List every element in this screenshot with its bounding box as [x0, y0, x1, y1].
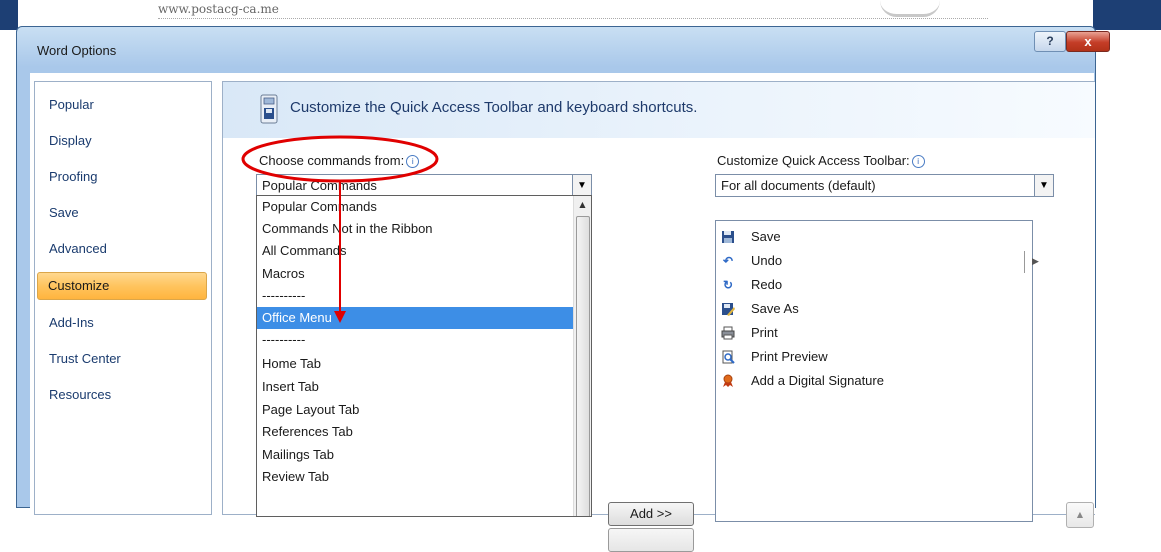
nav-item-advanced[interactable]: Advanced: [39, 236, 207, 262]
list-item[interactable]: Save: [716, 225, 1016, 249]
customize-qat-combo[interactable]: For all documents (default) ▼: [715, 174, 1054, 197]
list-item[interactable]: Print: [716, 321, 1016, 345]
qat-commands-list[interactable]: Save ↶ Undo ▶ ↻ Redo Save As Print Print…: [715, 220, 1039, 522]
nav-item-display[interactable]: Display: [39, 128, 207, 154]
dialog-client-area: Popular Display Proofing Save Advanced C…: [30, 73, 1095, 552]
list-item[interactable]: Add a Digital Signature: [716, 369, 1016, 393]
list-item[interactable]: ↶ Undo: [716, 249, 1016, 273]
panel-header: Customize the Quick Access Toolbar and k…: [223, 82, 1095, 138]
dropdown-item[interactable]: Popular Commands: [257, 196, 574, 218]
scroll-up-icon[interactable]: ▲: [574, 196, 591, 213]
print-preview-icon: [722, 350, 735, 364]
help-button[interactable]: ?: [1034, 31, 1066, 52]
scrollbar-thumb[interactable]: [576, 216, 590, 516]
chevron-down-icon[interactable]: ▼: [1034, 175, 1053, 196]
choose-commands-label: Choose commands from: i: [259, 153, 420, 169]
digital-signature-icon: [723, 374, 733, 387]
nav-item-resources[interactable]: Resources: [39, 382, 207, 408]
background-margin-right: [1093, 0, 1161, 30]
nav-item-save[interactable]: Save: [39, 200, 207, 226]
nav-item-proofing[interactable]: Proofing: [39, 164, 207, 190]
nav-item-customize[interactable]: Customize: [37, 272, 207, 300]
choose-commands-label-text: Choose commands from:: [259, 153, 405, 168]
save-as-icon: [722, 303, 735, 316]
choose-commands-value: Popular Commands: [262, 178, 377, 193]
undo-icon: ↶: [722, 254, 734, 268]
dropdown-item[interactable]: Commands Not in the Ribbon: [257, 218, 574, 240]
customize-qat-label-text: Customize Quick Access Toolbar:: [717, 153, 910, 168]
dropdown-separator: ----------: [262, 288, 306, 303]
dropdown-item[interactable]: All Commands: [257, 240, 574, 262]
dropdown-scrollbar[interactable]: ▲: [573, 196, 591, 516]
word-options-dialog: Word Options ? x Popular Display Proofin…: [16, 26, 1110, 552]
nav-item-add-ins[interactable]: Add-Ins: [39, 310, 207, 336]
background-shape: [880, 0, 940, 17]
quick-access-toolbar-icon: [260, 94, 278, 124]
choose-commands-dropdown-list[interactable]: Popular Commands Commands Not in the Rib…: [256, 195, 592, 517]
customize-panel: Customize the Quick Access Toolbar and k…: [222, 81, 1095, 552]
add-button[interactable]: Add >>: [608, 502, 694, 526]
chevron-down-icon[interactable]: ▼: [572, 175, 591, 196]
title-bar[interactable]: Word Options ? x: [17, 27, 1110, 73]
dropdown-item[interactable]: Review Tab: [257, 466, 574, 488]
customize-qat-value: For all documents (default): [721, 178, 876, 193]
dropdown-item-office-menu[interactable]: Office Menu: [257, 307, 574, 329]
panel-header-title: Customize the Quick Access Toolbar and k…: [290, 99, 698, 116]
remove-button[interactable]: [608, 528, 694, 552]
list-item[interactable]: Save As: [716, 297, 1016, 321]
background-url-text: www.postacg-ca.me: [158, 2, 988, 19]
move-up-button[interactable]: ▲: [1066, 502, 1094, 528]
choose-commands-combo[interactable]: Popular Commands ▼: [256, 174, 592, 197]
info-icon: i: [911, 155, 925, 169]
list-item[interactable]: Print Preview: [716, 345, 1016, 369]
dropdown-item[interactable]: Insert Tab: [257, 376, 574, 398]
dialog-title: Word Options: [37, 43, 117, 58]
dropdown-item[interactable]: Macros: [257, 263, 574, 285]
dropdown-item[interactable]: Home Tab: [257, 353, 574, 375]
dropdown-item[interactable]: Page Layout Tab: [257, 399, 574, 421]
dropdown-separator: ----------: [262, 332, 306, 347]
options-nav: Popular Display Proofing Save Advanced C…: [34, 81, 212, 515]
customize-qat-label: Customize Quick Access Toolbar: i: [717, 153, 925, 169]
dropdown-item[interactable]: References Tab: [257, 421, 574, 443]
nav-item-trust-center[interactable]: Trust Center: [39, 346, 207, 372]
submenu-arrow-icon[interactable]: ▶: [1032, 257, 1039, 267]
list-item[interactable]: ↻ Redo: [716, 273, 1016, 297]
dropdown-item[interactable]: Mailings Tab: [257, 444, 574, 466]
background-margin-left: [0, 0, 18, 30]
info-icon: i: [406, 155, 420, 169]
save-icon: [722, 231, 734, 243]
redo-icon: ↻: [722, 278, 734, 292]
close-button[interactable]: x: [1066, 31, 1110, 52]
print-icon: [721, 326, 735, 340]
split-separator: [1024, 251, 1025, 273]
nav-item-popular[interactable]: Popular: [39, 92, 207, 118]
